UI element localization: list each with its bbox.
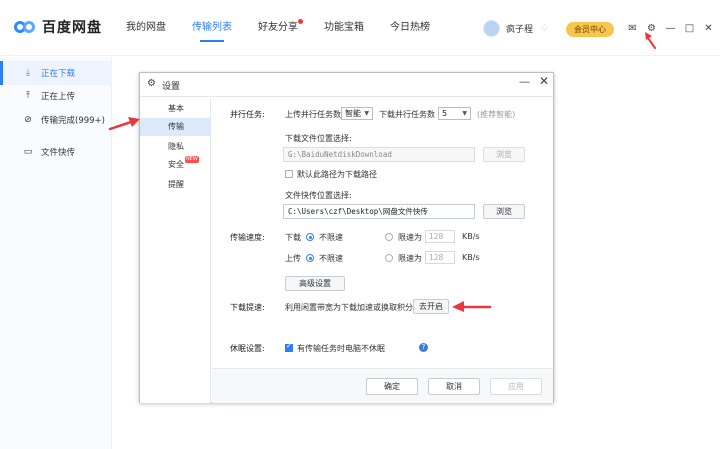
nav-my-disk[interactable]: 我的网盘 — [126, 0, 166, 56]
dialog-tab-transfer[interactable]: 传输 — [140, 118, 211, 136]
dialog-tab-privacy[interactable]: 隐私 — [140, 138, 211, 156]
ok-button[interactable]: 确定 — [366, 378, 418, 395]
quick-transfer-browse-button[interactable]: 浏览 — [483, 204, 525, 219]
dialog-tab-security[interactable]: 安全NEW — [140, 156, 211, 174]
check-circle-icon: ⊘ — [24, 115, 32, 125]
chevron-down-icon: ▼ — [462, 110, 467, 117]
speed-section-label: 传输速度: — [230, 233, 265, 242]
username: 疯子程 — [506, 25, 534, 35]
download-limit-radio[interactable] — [385, 233, 393, 241]
download-parallel-value: 5 — [442, 109, 448, 118]
settings-dialog: ⚙ 设置 — ✕ 基本 传输 隐私 安全NEW 提醒 并行任务: 上传并行任务数… — [139, 72, 554, 403]
minimize-icon[interactable]: — — [664, 22, 677, 35]
dialog-minimize-icon[interactable]: — — [519, 75, 530, 88]
dialog-nav: 基本 传输 隐私 安全NEW 提醒 — [140, 98, 211, 403]
dialog-tab-security-label: 安全 — [168, 160, 184, 169]
dialog-footer: 确定 取消 应用 — [212, 368, 553, 403]
upload-limit-input[interactable]: 128 — [425, 251, 455, 264]
dialog-close-icon[interactable]: ✕ — [539, 74, 549, 88]
download-icon: ⤓ — [26, 68, 30, 78]
download-speed-label: 下载 — [285, 233, 301, 242]
boost-enable-button[interactable]: 去开启 — [413, 299, 449, 314]
app-logo[interactable]: 百度网盘 — [14, 17, 102, 37]
sleep-section-label: 休眠设置: — [230, 344, 265, 353]
default-path-checkbox[interactable] — [285, 170, 293, 178]
window-controls: ✉ ⚙ — □ ✕ — [626, 22, 720, 35]
download-unit: KB/s — [462, 232, 480, 241]
download-dir-browse-button[interactable]: 浏览 — [483, 147, 525, 162]
vip-center-button[interactable]: 会员中心 — [566, 22, 614, 37]
download-parallel-select[interactable]: 5 ▼ — [438, 107, 471, 120]
sidebar-item-downloading[interactable]: ⤓ 正在下载 — [0, 61, 112, 85]
download-dir-label: 下载文件位置选择: — [285, 134, 352, 143]
quick-transfer-dir-label: 文件快传位置选择: — [285, 191, 352, 200]
sidebar-item-completed[interactable]: ⊘ 传输完成(999+) — [0, 108, 112, 132]
dialog-tab-basic[interactable]: 基本 — [140, 100, 211, 118]
upload-limit-radio[interactable] — [385, 254, 393, 262]
no-sleep-label: 有传输任务时电脑不休眠 — [297, 344, 385, 353]
apply-button[interactable]: 应用 — [490, 378, 542, 395]
advanced-settings-button[interactable]: 高级设置 — [285, 276, 345, 291]
download-dir-input[interactable]: G:\BaiduNetdiskDownload — [283, 147, 475, 162]
maximize-icon[interactable]: □ — [683, 22, 696, 35]
download-limit-input[interactable]: 128 — [425, 230, 455, 243]
sidebar-item-label: 文件快传 — [41, 148, 76, 158]
download-limit-label: 限速为 — [398, 233, 422, 242]
parallel-hint: (推荐智能) — [477, 110, 516, 119]
sidebar-item-quick-transfer[interactable]: ▭ 文件快传 — [0, 140, 112, 164]
upload-icon: ⤒ — [26, 91, 30, 101]
annotation-arrow-transfer-tab — [108, 117, 140, 131]
quick-transfer-dir-input[interactable]: C:\Users\czf\Desktop\网盘文件快传 — [283, 204, 475, 219]
sidebar-item-label: 传输完成(999+) — [41, 116, 105, 126]
nav-friend-share[interactable]: 好友分享 — [258, 0, 303, 56]
cloud-logo-icon — [14, 19, 36, 35]
nav-hot-list[interactable]: 今日热榜 — [390, 0, 430, 56]
sidebar-item-uploading[interactable]: ⤒ 正在上传 — [0, 84, 112, 108]
dialog-tab-reminder[interactable]: 提醒 — [140, 176, 211, 194]
notification-dot — [298, 19, 303, 24]
annotation-arrow-boost — [452, 301, 492, 312]
close-icon[interactable]: ✕ — [702, 22, 715, 35]
annotation-arrow-settings — [645, 32, 656, 49]
download-unlimited-label: 不限速 — [319, 233, 343, 242]
nav-friend-share-label: 好友分享 — [258, 22, 298, 33]
top-bar: 百度网盘 我的网盘 传输列表 好友分享 功能宝箱 今日热榜 疯子程 ♢ 会员中心… — [0, 0, 720, 56]
avatar[interactable] — [483, 20, 500, 37]
help-icon[interactable]: ? — [419, 343, 428, 352]
boost-text: 利用闲置带宽为下载加速或换取积分 — [285, 303, 413, 312]
download-unlimited-radio[interactable] — [306, 233, 314, 241]
upload-speed-label: 上传 — [285, 254, 301, 263]
diamond-icon: ♢ — [540, 23, 549, 34]
upload-parallel-label: 上传并行任务数 — [285, 110, 341, 119]
chevron-down-icon: ▼ — [364, 110, 369, 117]
upload-limit-label: 限速为 — [398, 254, 422, 263]
nav-toolbox[interactable]: 功能宝箱 — [324, 0, 364, 56]
transfer-settings: 并行任务: 上传并行任务数 智能 ▼ 下载并行任务数 5 ▼ (推荐智能) 下载文件… — [212, 98, 553, 368]
upload-unit: KB/s — [462, 253, 480, 262]
sidebar: ⤓ 正在下载 ⤒ 正在上传 ⊘ 传输完成(999+) ▭ 文件快传 — [0, 57, 112, 449]
cancel-button[interactable]: 取消 — [428, 378, 480, 395]
boost-section-label: 下载提速: — [230, 303, 265, 312]
logo-text: 百度网盘 — [42, 20, 102, 36]
parallel-section-label: 并行任务: — [230, 110, 265, 119]
baidu-netdisk-window: 百度网盘 我的网盘 传输列表 好友分享 功能宝箱 今日热榜 疯子程 ♢ 会员中心… — [0, 0, 720, 449]
new-badge: NEW — [185, 156, 199, 163]
gear-icon: ⚙ — [147, 78, 156, 89]
dialog-header: ⚙ 设置 — ✕ — [140, 73, 553, 97]
sidebar-item-label: 正在上传 — [41, 92, 76, 102]
sidebar-item-label: 正在下载 — [41, 69, 76, 79]
main-nav: 我的网盘 传输列表 好友分享 功能宝箱 今日热榜 — [126, 0, 456, 56]
upload-unlimited-radio[interactable] — [306, 254, 314, 262]
upload-parallel-select[interactable]: 智能 ▼ — [341, 107, 373, 120]
upload-unlimited-label: 不限速 — [319, 254, 343, 263]
mail-icon[interactable]: ✉ — [626, 22, 639, 35]
monitor-icon: ▭ — [23, 147, 33, 157]
no-sleep-checkbox[interactable] — [285, 342, 293, 352]
upload-parallel-value: 智能 — [345, 109, 361, 118]
download-parallel-label: 下载并行任务数 — [379, 110, 435, 119]
dialog-title: 设置 — [162, 82, 181, 92]
nav-transfer-list[interactable]: 传输列表 — [192, 0, 232, 56]
user-info[interactable]: 疯子程 ♢ — [483, 20, 551, 37]
default-path-label: 默认此路径为下载路径 — [297, 170, 377, 179]
